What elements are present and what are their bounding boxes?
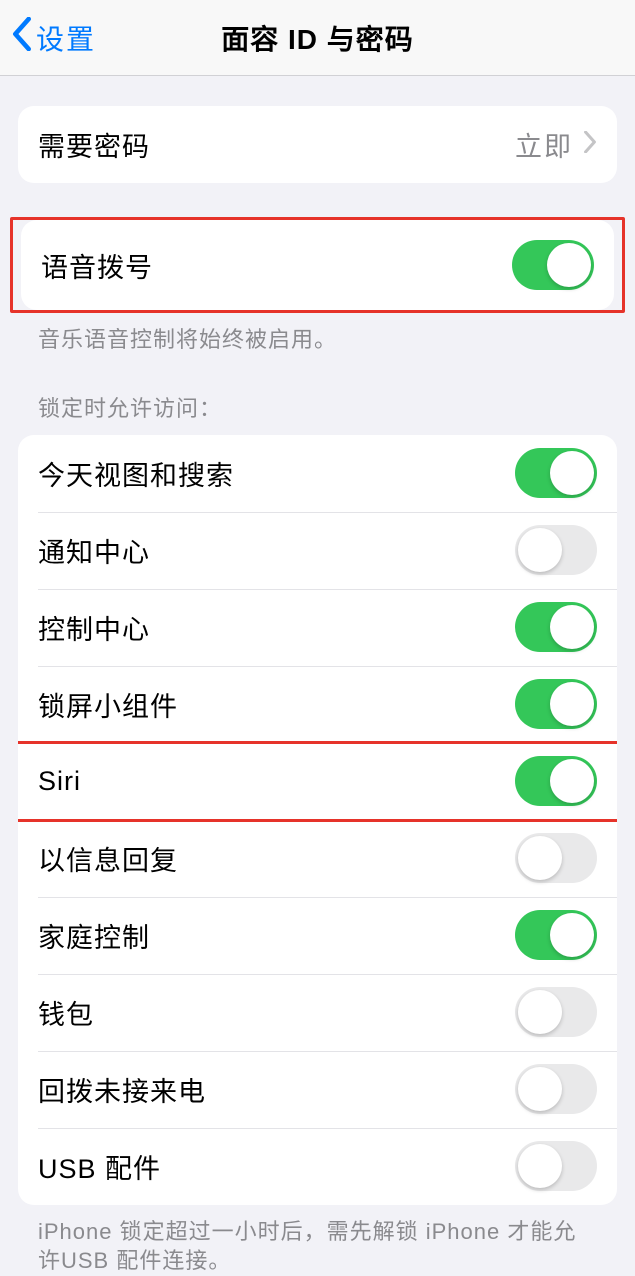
lock-item-row[interactable]: 今天视图和搜索 <box>18 435 617 512</box>
lock-item-label: 回拨未接来电 <box>38 1070 206 1109</box>
lock-item-toggle[interactable] <box>515 448 597 498</box>
lock-item-label: 以信息回复 <box>38 839 178 878</box>
toggle-knob <box>518 1067 562 1111</box>
back-button[interactable]: 设置 <box>0 17 96 58</box>
chevron-right-icon <box>583 131 597 158</box>
lock-item-row[interactable]: Siri <box>18 743 617 820</box>
toggle-knob <box>547 243 591 287</box>
lock-item-label: Siri <box>38 766 81 797</box>
lock-item-label: 控制中心 <box>38 608 150 647</box>
lock-item-label: 通知中心 <box>38 531 150 570</box>
lock-item-row[interactable]: 控制中心 <box>18 589 617 666</box>
require-passcode-label: 需要密码 <box>38 125 150 164</box>
lock-item-toggle[interactable] <box>515 833 597 883</box>
lock-item-toggle[interactable] <box>515 679 597 729</box>
toggle-knob <box>550 451 594 495</box>
lock-item-row[interactable]: 回拨未接来电 <box>18 1051 617 1128</box>
lock-item-toggle[interactable] <box>515 910 597 960</box>
back-label: 设置 <box>36 18 96 58</box>
lock-item-row[interactable]: 钱包 <box>18 974 617 1051</box>
lock-section-header: 锁定时允许访问： <box>0 355 635 423</box>
lock-item-row[interactable]: 以信息回复 <box>18 820 617 897</box>
lock-item-toggle[interactable] <box>515 525 597 575</box>
lock-item-row[interactable]: 通知中心 <box>18 512 617 589</box>
require-passcode-value: 立即 <box>515 125 573 164</box>
highlight-voice-dial: 语音拨号 <box>10 217 625 313</box>
voice-dial-footer: 音乐语音控制将始终被启用。 <box>0 313 635 355</box>
lock-item-label: USB 配件 <box>38 1147 161 1186</box>
lock-item-row[interactable]: 家庭控制 <box>18 897 617 974</box>
lock-item-label: 钱包 <box>38 993 94 1032</box>
chevron-left-icon <box>12 17 32 58</box>
toggle-knob <box>550 682 594 726</box>
lock-item-toggle[interactable] <box>515 602 597 652</box>
lock-item-label: 家庭控制 <box>38 916 150 955</box>
lock-item-row[interactable]: USB 配件 <box>18 1128 617 1205</box>
toggle-knob <box>518 1144 562 1188</box>
toggle-knob <box>518 990 562 1034</box>
toggle-knob <box>550 913 594 957</box>
voice-dial-toggle[interactable] <box>512 240 594 290</box>
nav-header: 设置 面容 ID 与密码 <box>0 0 635 76</box>
row-right: 立即 <box>515 125 597 164</box>
lock-item-toggle[interactable] <box>515 756 597 806</box>
voice-dial-label: 语音拨号 <box>41 246 153 285</box>
toggle-knob <box>518 836 562 880</box>
require-passcode-group: 需要密码 立即 <box>18 106 617 183</box>
lock-item-label: 锁屏小组件 <box>38 685 178 724</box>
toggle-knob <box>550 759 594 803</box>
voice-dial-group: 语音拨号 <box>21 220 614 310</box>
lock-item-row[interactable]: 锁屏小组件 <box>18 666 617 743</box>
usb-footer: iPhone 锁定超过一小时后，需先解锁 iPhone 才能允许USB 配件连接… <box>0 1205 635 1276</box>
toggle-knob <box>550 605 594 649</box>
require-passcode-row[interactable]: 需要密码 立即 <box>18 106 617 183</box>
toggle-knob <box>518 528 562 572</box>
lock-item-label: 今天视图和搜索 <box>38 454 234 493</box>
lock-item-toggle[interactable] <box>515 1064 597 1114</box>
lock-item-toggle[interactable] <box>515 987 597 1037</box>
lock-item-toggle[interactable] <box>515 1141 597 1191</box>
content: 需要密码 立即 语音拨号 音乐语音控制将始终被启用。 锁定时允许访问： 今天视图 <box>0 106 635 1276</box>
lock-access-group: 今天视图和搜索通知中心控制中心锁屏小组件 Siri 以信息回复家庭控制钱包回拨未接来… <box>18 435 617 1205</box>
voice-dial-row[interactable]: 语音拨号 <box>21 220 614 310</box>
